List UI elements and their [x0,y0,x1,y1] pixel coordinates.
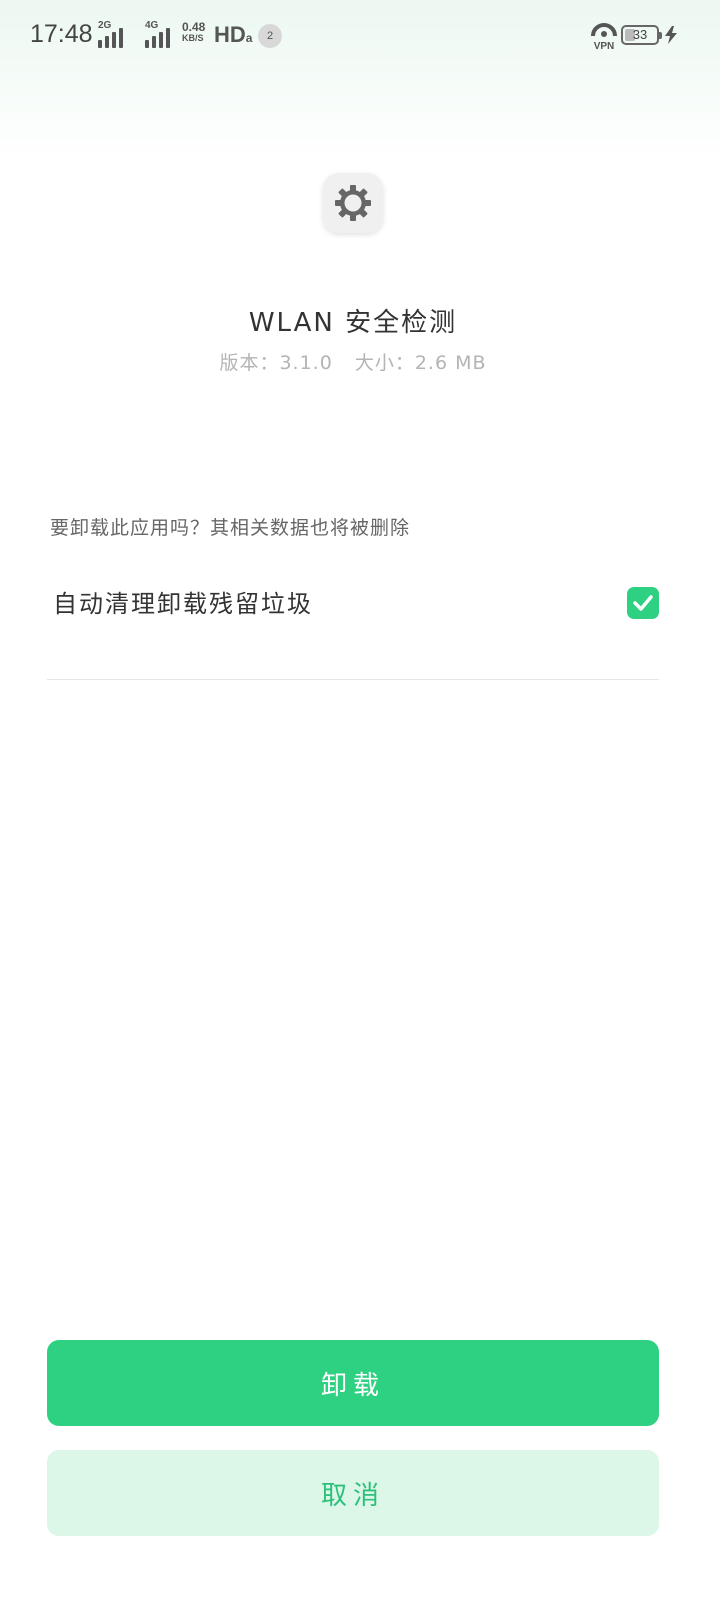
sim1-signal-icon: 2G [98,20,130,48]
status-bar: 17:48 2G 4G 0.48 KB/S HDa 2 VPN 33 [0,0,720,72]
uninstall-button[interactable]: 卸载 [47,1340,659,1426]
checkmark-icon [633,595,653,611]
auto-clean-checkbox[interactable] [627,587,659,619]
gear-icon [335,185,371,221]
network-speed: 0.48 KB/S [182,20,212,44]
battery-level: 33 [632,27,648,42]
app-name: WLAN 安全检测 [248,308,458,338]
sim2-signal-icon: 4G [137,20,177,48]
hd-indicator: HDa [214,22,253,47]
battery-icon: 33 [621,25,662,45]
charging-icon [665,26,677,44]
auto-clean-label: 自动清理卸载残留垃圾 [53,590,313,618]
auto-clean-option[interactable]: 自动清理卸载残留垃圾 [47,572,659,680]
app-meta: 版本：3.1.0 大小：2.6 MB [0,348,706,375]
cancel-button[interactable]: 取消 [47,1450,659,1536]
hd-label: HD [214,22,246,47]
network-speed-unit: KB/S [182,33,204,43]
vpn-label: VPN [593,41,615,52]
notification-count-badge: 2 [258,24,282,48]
app-version: 版本：3.1.0 [219,352,333,374]
app-icon [323,173,383,233]
app-size: 大小：2.6 MB [354,352,487,374]
status-time: 17:48 [30,20,93,48]
network-speed-value: 0.48 [182,20,206,34]
uninstall-question: 要卸载此应用吗？其相关数据也将被删除 [50,517,411,539]
vpn-icon: VPN [590,22,618,52]
